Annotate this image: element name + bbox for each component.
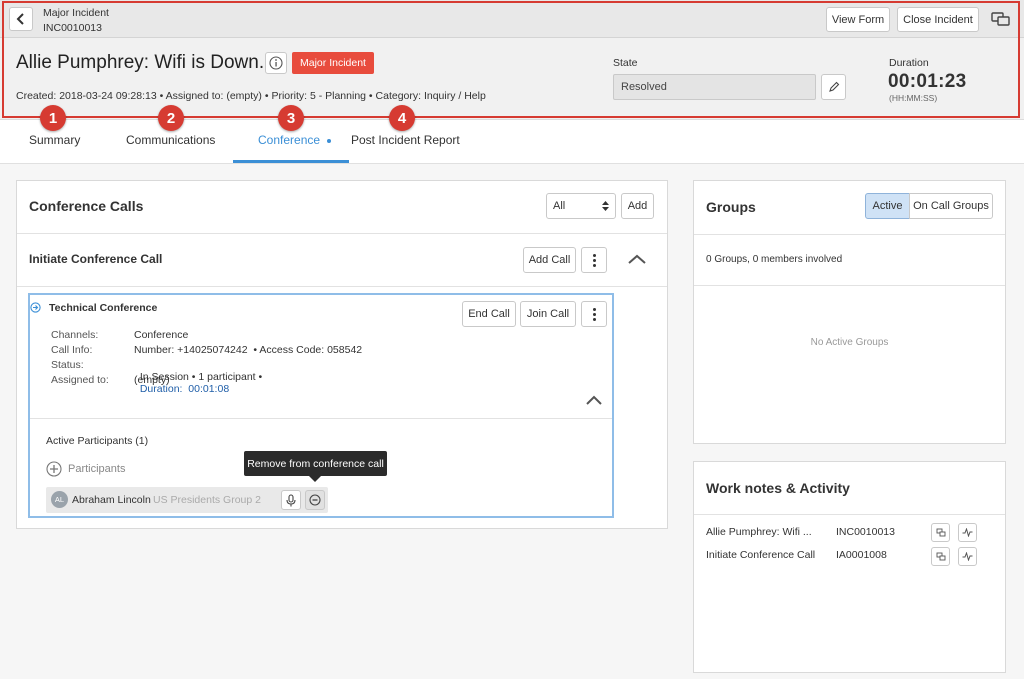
worknote-item-name[interactable]: Allie Pumphrey: Wifi ... <box>706 526 812 538</box>
copy-button[interactable] <box>931 523 950 542</box>
microphone-icon <box>286 493 296 506</box>
active-groups-button[interactable]: Active <box>865 193 910 219</box>
copy-icon <box>936 552 945 561</box>
initiate-conference-title: Initiate Conference Call <box>29 252 163 266</box>
add-call-button[interactable]: Add Call <box>523 247 576 273</box>
channels-label: Channels: <box>51 329 99 341</box>
no-active-groups: No Active Groups <box>810 337 889 348</box>
header-highlight-box <box>2 1 1020 118</box>
select-arrows-icon <box>602 201 609 211</box>
tab-active-underline <box>233 160 349 163</box>
divider <box>17 233 667 234</box>
callout-4: 4 <box>389 105 415 131</box>
call-info-label: Call Info: <box>51 344 93 356</box>
tab-communications[interactable]: Communications <box>126 133 215 147</box>
activity-button[interactable] <box>958 523 977 542</box>
call-info-value: Number: +14025074242 • Access Code: 0585… <box>134 344 363 356</box>
filter-select-value: All <box>553 200 566 212</box>
divider <box>17 286 667 287</box>
callout-3: 3 <box>278 105 304 131</box>
participants-label[interactable]: Participants <box>68 463 125 475</box>
worknotes-title: Work notes & Activity <box>706 480 850 496</box>
remove-tooltip: Remove from conference call <box>244 451 387 476</box>
activity-icon <box>962 528 973 537</box>
callout-2: 2 <box>158 105 184 131</box>
join-call-button[interactable]: Join Call <box>520 301 576 327</box>
tab-summary[interactable]: Summary <box>29 133 80 147</box>
divider <box>694 234 1005 235</box>
divider <box>694 514 1005 515</box>
activity-icon <box>962 552 973 561</box>
collapse-chevron-icon[interactable] <box>626 252 648 266</box>
conference-calls-title: Conference Calls <box>29 198 144 214</box>
copy-icon <box>936 528 945 537</box>
activity-button[interactable] <box>958 547 977 566</box>
groups-summary: 0 Groups, 0 members involved <box>706 254 843 265</box>
on-call-groups-button[interactable]: On Call Groups <box>909 193 993 219</box>
divider <box>694 285 1005 286</box>
participant-group: US Presidents Group 2 <box>153 494 261 506</box>
assigned-label: Assigned to: <box>51 374 109 386</box>
filter-select[interactable]: All <box>546 193 616 219</box>
add-conference-button[interactable]: Add <box>621 193 654 219</box>
call-name: Technical Conference <box>49 302 158 314</box>
remove-participant-button[interactable] <box>305 490 325 510</box>
worknote-item-number[interactable]: IA0001008 <box>836 549 887 561</box>
copy-button[interactable] <box>931 547 950 566</box>
worknote-item-name[interactable]: Initiate Conference Call <box>706 549 815 561</box>
participant-name: Abraham Lincoln <box>72 494 151 506</box>
more-options-button[interactable] <box>581 247 607 273</box>
end-call-button[interactable]: End Call <box>462 301 516 327</box>
tab-post-incident-report[interactable]: Post Incident Report <box>351 133 460 147</box>
call-more-options-button[interactable] <box>581 301 607 327</box>
divider <box>30 418 612 419</box>
tooltip-arrow <box>309 476 321 482</box>
worknote-item-number[interactable]: INC0010013 <box>836 526 895 538</box>
tab-active-dot <box>327 138 332 143</box>
add-participant-icon[interactable] <box>46 461 62 477</box>
status-label: Status: <box>51 359 84 371</box>
groups-panel <box>693 180 1006 444</box>
remove-circle-icon <box>309 494 321 506</box>
channels-value: Conference <box>134 329 189 341</box>
tab-conference-label: Conference <box>258 133 321 147</box>
call-collapse-chevron-icon[interactable] <box>584 394 604 407</box>
assigned-value: (empty) <box>134 374 170 386</box>
groups-title: Groups <box>706 199 756 215</box>
avatar: AL <box>51 491 68 508</box>
active-participants-label: Active Participants (1) <box>46 435 149 447</box>
mute-button[interactable] <box>281 490 301 510</box>
callout-1: 1 <box>40 105 66 131</box>
call-arrow-icon <box>30 302 41 313</box>
tab-conference[interactable]: Conference <box>258 133 332 147</box>
